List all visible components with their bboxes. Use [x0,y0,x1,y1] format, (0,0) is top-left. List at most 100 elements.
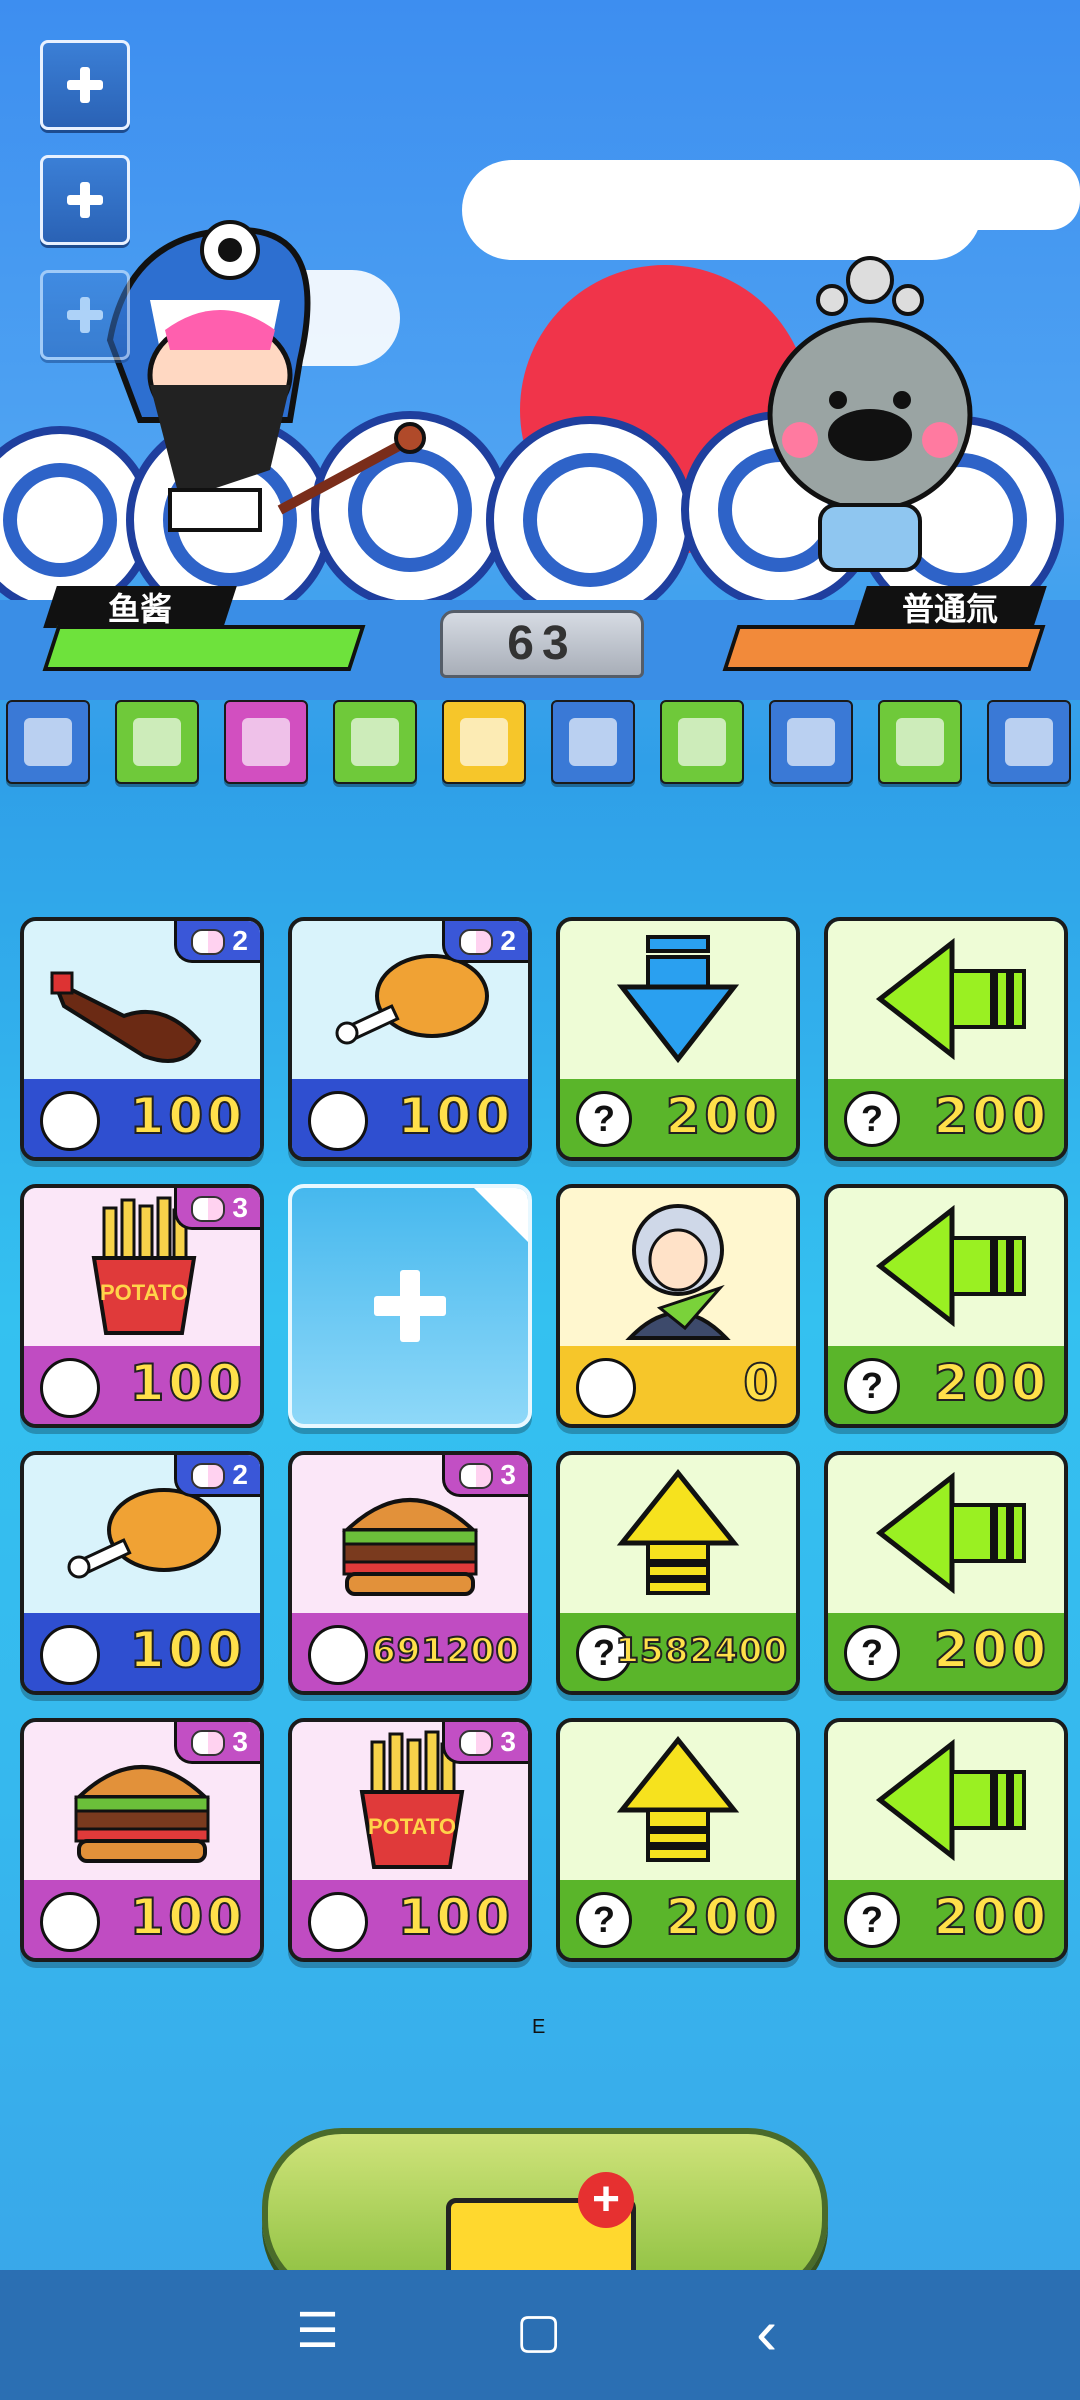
magnifier-tool-button[interactable] [551,700,635,784]
card-art [560,921,796,1079]
question-icon: ? [576,1091,632,1147]
price-bar: 691200 [292,1613,528,1691]
price-bar: 100 [24,1880,260,1958]
price-value: 200 [665,1887,782,1947]
card-art: 2 [24,1455,260,1613]
map-tool-icon [133,718,181,766]
bread-icon [40,1358,100,1418]
level-badge: 3 [174,1722,260,1764]
pill-icon [459,929,493,955]
price-bar: ? 200 [560,1880,796,1958]
add-slot-button-1[interactable] [40,40,130,130]
card-art [560,1188,796,1346]
gun-tool-icon [896,718,944,766]
shop-card-chicken-leg[interactable]: 2 100 [20,1451,264,1695]
home-icon[interactable]: ▢ [516,2308,561,2356]
can-tool-button[interactable] [987,700,1071,784]
price-bar: 100 [24,1079,260,1157]
price-value: 691200 [371,1630,520,1672]
arrow-up-yellow-icon [616,1468,740,1595]
bread-icon [40,1091,100,1151]
document-tool-button[interactable] [333,700,417,784]
svg-text:POTATO: POTATO [368,1814,456,1839]
level-badge: 2 [174,1455,260,1497]
shop-card-arrow-left-green[interactable]: ? 200 [824,1718,1068,1962]
price-bar: ? 200 [828,1613,1064,1691]
pill-icon [191,1196,225,1222]
shop-card-hamburger[interactable]: 3 691200 [288,1451,532,1695]
price-bar: 100 [292,1880,528,1958]
shop-card-arrow-down-blue[interactable]: ? 200 [556,917,800,1161]
price-bar: 0 [560,1346,796,1424]
price-value: 200 [665,1086,782,1146]
price-bar: 100 [24,1346,260,1424]
level-badge: 2 [442,921,528,963]
add-slot-button-3[interactable] [40,270,130,360]
price-value: 200 [933,1353,1050,1413]
level-badge: 3 [442,1722,528,1764]
arrow-left-green-icon [875,1204,1026,1328]
can-tool-icon [1005,718,1053,766]
pill-icon [459,1730,493,1756]
card-art [828,1722,1064,1880]
shop-card-chicken-leg[interactable]: 2 100 [288,917,532,1161]
shop-card-arrow-left-green[interactable]: ? 200 [824,917,1068,1161]
gun-tool-button[interactable] [878,700,962,784]
price-value: 100 [129,1887,246,1947]
shop-card-french-fries[interactable]: POTATO 3 100 [20,1184,264,1428]
round-counter: 63 [440,610,644,678]
menu-icon[interactable]: ☰ [296,2308,339,2356]
level-badge-value: 3 [232,1726,248,1757]
shop-card-arrow-up-yellow[interactable]: ? 200 [556,1718,800,1962]
enemy-name: 普通氚 [901,591,998,627]
scroll-tool-icon [460,718,508,766]
player-name: 鱼酱 [107,591,172,627]
shop-card-arrow-left-green[interactable]: ? 200 [824,1184,1068,1428]
arrow-down-blue-icon [616,935,740,1064]
back-icon[interactable]: ‹ [756,2300,777,2364]
level-badge-value: 3 [500,1726,516,1757]
calculator-tool-button[interactable] [224,700,308,784]
nest-tool-button[interactable] [769,700,853,784]
bread-icon [308,1091,368,1151]
shop-card-arrow-left-green[interactable]: ? 200 [824,1451,1068,1695]
bread-icon [308,1892,368,1952]
map-tool-button[interactable] [115,700,199,784]
shop-card-cola-bottle[interactable]: 2 100 [20,917,264,1161]
shop-card-arrow-up-yellow[interactable]: ? 1582400 [556,1451,800,1695]
empty-slot-add-button[interactable] [288,1184,532,1428]
card-art: 3 [292,1455,528,1613]
card-art [828,1188,1064,1346]
add-slot-button-2[interactable] [40,155,130,245]
card-art [560,1455,796,1613]
calculator-tool-icon [242,718,290,766]
arrow-left-green-icon [875,937,1026,1061]
scroll-tool-button[interactable] [442,700,526,784]
tiny-label: E [532,2016,546,2038]
price-value: 200 [933,1887,1050,1947]
question-icon: ? [844,1358,900,1414]
key-tool-button[interactable] [660,700,744,784]
arrow-up-yellow-icon [616,1735,740,1862]
price-value: 200 [933,1086,1050,1146]
level-badge: 3 [442,1455,528,1497]
price-bar: 100 [292,1079,528,1157]
card-art [828,1455,1064,1613]
card-art: 2 [24,921,260,1079]
shop-card-hamburger[interactable]: 3 100 [20,1718,264,1962]
card-art [828,921,1064,1079]
level-badge-value: 3 [232,1192,248,1223]
level-badge-value: 2 [232,1459,248,1490]
price-value: 1582400 [614,1630,788,1672]
price-value: 100 [129,1353,246,1413]
enemy-name-tag: 普通氚 [853,586,1047,628]
shop-card-scientist[interactable]: 0 [556,1184,800,1428]
arrow-left-green-icon [875,1738,1026,1862]
bread-icon [40,1625,100,1685]
trash-tool-button[interactable] [6,700,90,784]
level-badge: 3 [174,1188,260,1230]
pill-icon [191,929,225,955]
plus-icon [67,67,103,103]
card-art [560,1722,796,1880]
shop-card-french-fries[interactable]: POTATO 3 100 [288,1718,532,1962]
